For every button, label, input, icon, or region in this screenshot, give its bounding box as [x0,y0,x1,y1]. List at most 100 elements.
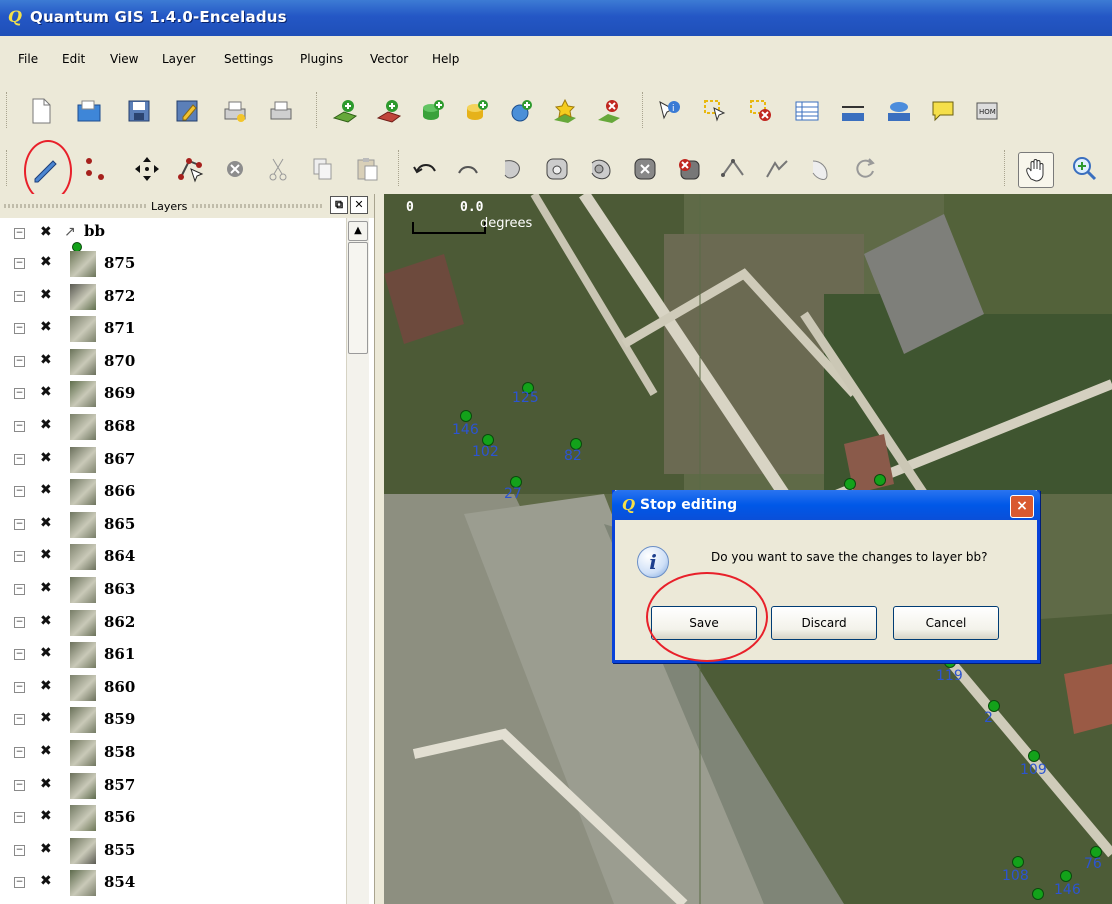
layer-visibility-checkbox[interactable]: ✖ [40,225,54,239]
select-features-icon[interactable] [700,96,730,126]
add-spatialite-layer-icon[interactable] [462,96,492,126]
layer-row[interactable]: − ✖ 857 [0,770,346,800]
collapse-icon[interactable]: − [14,323,25,335]
layer-visibility-checkbox[interactable]: ✖ [40,581,54,595]
toolbar-grip[interactable] [6,92,10,128]
simplify-feature-icon[interactable] [498,154,528,184]
add-island-icon[interactable] [586,154,616,184]
delete-selected-icon[interactable] [220,154,250,184]
layer-row[interactable]: − ✖ 859 [0,704,346,734]
split-features-icon[interactable] [762,154,792,184]
print-icon[interactable] [266,96,296,126]
layer-group-bb[interactable]: − ✖ ↗ bb [0,218,346,252]
identify-features-icon[interactable]: i [654,96,684,126]
menu-file[interactable]: File [18,52,38,66]
layer-row[interactable]: − ✖ 864 [0,541,346,571]
collapse-icon[interactable]: − [14,258,25,269]
pan-map-icon[interactable] [1018,152,1054,188]
layer-visibility-checkbox[interactable]: ✖ [40,809,54,823]
collapse-icon[interactable]: − [14,779,25,791]
collapse-icon[interactable]: − [14,551,25,563]
menu-settings[interactable]: Settings [224,52,273,66]
map-point[interactable] [844,478,856,490]
layer-row[interactable]: − ✖ 860 [0,672,346,702]
layer-visibility-checkbox[interactable]: ✖ [40,842,54,856]
layer-visibility-checkbox[interactable]: ✖ [40,451,54,465]
map-point[interactable] [1060,870,1072,882]
collapse-icon[interactable]: − [14,844,25,856]
layer-visibility-checkbox[interactable]: ✖ [40,548,54,562]
layer-visibility-checkbox[interactable]: ✖ [40,483,54,497]
collapse-icon[interactable]: − [14,453,25,465]
layer-visibility-checkbox[interactable]: ✖ [40,777,54,791]
remove-layer-icon[interactable] [594,96,624,126]
layer-visibility-checkbox[interactable]: ✖ [40,255,54,269]
map-point[interactable] [460,410,472,422]
collapse-icon[interactable]: − [14,616,25,628]
layer-row[interactable]: − ✖ 871 [0,313,346,343]
layer-row[interactable]: − ✖ 869 [0,378,346,408]
move-feature-icon[interactable] [132,154,162,184]
float-panel-button[interactable]: ⧉ [330,196,348,214]
menu-vector[interactable]: Vector [370,52,408,66]
collapse-icon[interactable]: − [14,812,25,824]
layer-row[interactable]: − ✖ 870 [0,346,346,376]
save-button[interactable]: Save [651,606,757,640]
delete-ring-icon[interactable] [630,154,660,184]
redo-icon[interactable] [454,154,484,184]
dialog-titlebar[interactable]: Q Stop editing × [612,490,1040,520]
scroll-thumb[interactable] [348,242,368,354]
cancel-button[interactable]: Cancel [893,606,999,640]
collapse-icon[interactable]: − [14,388,25,400]
layer-visibility-checkbox[interactable]: ✖ [40,320,54,334]
deselect-features-icon[interactable] [746,96,776,126]
collapse-icon[interactable]: − [14,421,25,432]
collapse-icon[interactable]: − [14,584,25,595]
save-project-icon[interactable] [124,96,154,126]
copy-features-icon[interactable] [308,154,338,184]
layer-visibility-checkbox[interactable]: ✖ [40,418,54,432]
layer-row[interactable]: − ✖ 875 [0,248,346,278]
collapse-icon[interactable]: − [14,681,25,693]
scroll-up-button[interactable]: ▲ [348,221,368,241]
layer-row[interactable]: − ✖ 863 [0,574,346,604]
layer-row[interactable]: − ✖ 858 [0,737,346,767]
reshape-features-icon[interactable] [718,154,748,184]
map-point[interactable] [1012,856,1024,868]
layer-row[interactable]: − ✖ 867 [0,444,346,474]
layer-row[interactable]: − ✖ 854 [0,867,346,897]
cut-features-icon[interactable] [264,154,294,184]
measure-area-icon[interactable] [884,96,914,126]
measure-line-icon[interactable] [838,96,868,126]
zoom-in-icon[interactable] [1070,154,1100,184]
close-panel-button[interactable]: ✕ [350,196,368,214]
new-project-icon[interactable] [26,96,56,126]
add-vector-layer-icon[interactable] [330,96,360,126]
layer-visibility-checkbox[interactable]: ✖ [40,874,54,888]
layer-visibility-checkbox[interactable]: ✖ [40,744,54,758]
discard-button[interactable]: Discard [771,606,877,640]
map-point[interactable] [1028,750,1040,762]
add-wms-layer-icon[interactable] [506,96,536,126]
menu-plugins[interactable]: Plugins [300,52,343,66]
attribute-table-icon[interactable] [792,96,822,126]
layer-row[interactable]: − ✖ 856 [0,802,346,832]
capture-point-icon[interactable] [82,154,112,184]
menu-help[interactable]: Help [432,52,459,66]
map-point[interactable] [1032,888,1044,900]
layer-row[interactable]: − ✖ 862 [0,607,346,637]
node-tool-icon[interactable] [176,154,206,184]
layers-scrollbar[interactable]: ▲ [346,218,369,904]
collapse-icon[interactable]: − [14,355,25,367]
collapse-icon[interactable]: − [14,290,25,302]
delete-part-icon[interactable] [674,154,704,184]
undo-icon[interactable] [410,154,440,184]
layer-row[interactable]: − ✖ 861 [0,639,346,669]
collapse-icon[interactable]: − [14,486,25,498]
layer-row[interactable]: − ✖ 855 [0,835,346,865]
print-composer-icon[interactable] [220,96,250,126]
layer-row[interactable]: − ✖ 872 [0,281,346,311]
open-project-icon[interactable] [74,96,104,126]
collapse-icon[interactable]: − [14,747,25,758]
menu-view[interactable]: View [110,52,138,66]
